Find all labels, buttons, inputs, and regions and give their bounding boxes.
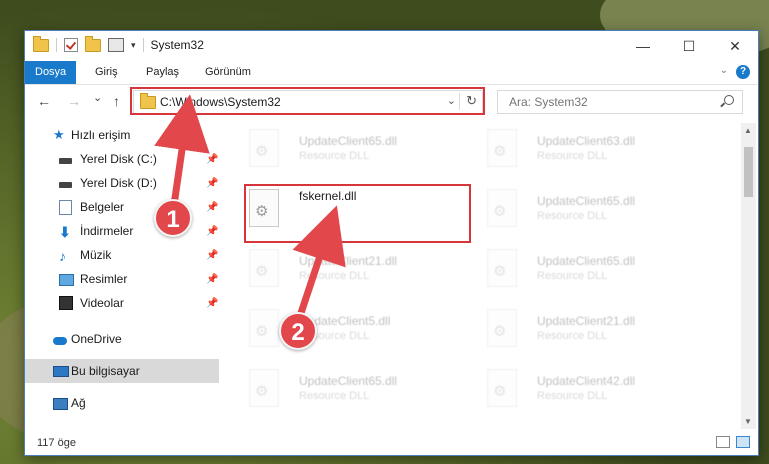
arrow-to-file [292, 205, 346, 326]
step-badge-1: 1 [154, 199, 192, 237]
annotation-arrows [154, 94, 346, 326]
arrow-to-address [154, 94, 210, 209]
step-badge-2: 2 [279, 312, 317, 350]
